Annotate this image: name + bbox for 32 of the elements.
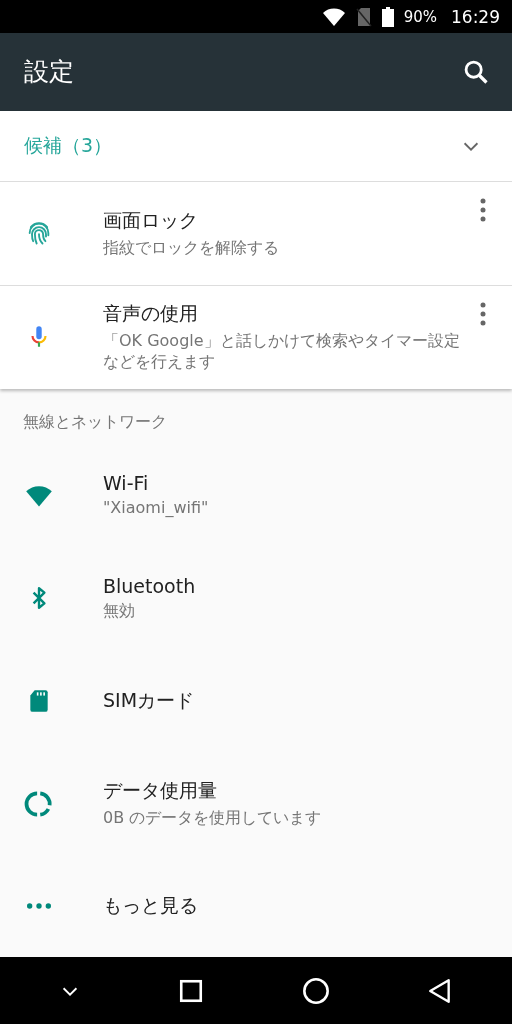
item-title: Wi-Fi: [103, 472, 150, 495]
item-title: もっと見る: [103, 893, 198, 919]
item-summary: 0B のデータを使用しています: [103, 808, 322, 829]
settings-item[interactable]: Bluetooth 無効: [0, 547, 512, 650]
item-summary: 指紋でロックを解除する: [103, 237, 279, 259]
item-title: データ使用量: [103, 778, 218, 804]
item-title: 音声の使用: [103, 301, 199, 327]
suggestions-title: 候補（3）: [24, 132, 113, 158]
settings-item[interactable]: SIMカード: [0, 649, 512, 753]
suggestion-item[interactable]: 音声の使用 「OK Google」と話しかけて検索やタイマー設定などを行えます: [0, 285, 512, 389]
section-header: 無線とネットワーク: [22, 410, 168, 433]
clock: 16:29: [451, 6, 500, 27]
battery-percentage: 90%: [403, 7, 437, 26]
overflow-menu-icon[interactable]: [480, 197, 486, 222]
recents-icon[interactable]: [178, 977, 205, 1004]
item-summary: "Xiaomi_wifi": [103, 498, 209, 520]
battery-icon: [381, 6, 394, 27]
suggestion-item[interactable]: 画面ロック 指紋でロックを解除する: [0, 181, 512, 286]
page-title: 設定: [24, 56, 74, 89]
item-title: Bluetooth: [103, 575, 196, 597]
settings-item[interactable]: データ使用量 0B のデータを使用しています: [0, 752, 512, 855]
item-summary: 無効: [103, 601, 136, 622]
item-title: SIMカード: [103, 688, 195, 713]
overflow-menu-icon[interactable]: [480, 301, 486, 326]
item-summary: 「OK Google」と話しかけて検索やタイマー設定などを行えます: [103, 331, 461, 373]
item-title: 画面ロック: [103, 207, 199, 233]
settings-item[interactable]: もっと見る: [0, 854, 512, 958]
settings-item[interactable]: Wi-Fi "Xiaomi_wifi": [0, 444, 512, 548]
home-icon[interactable]: [301, 976, 330, 1005]
no-sim-icon: [355, 6, 372, 27]
more-icon: [25, 901, 53, 912]
wifi-icon: [321, 6, 346, 27]
